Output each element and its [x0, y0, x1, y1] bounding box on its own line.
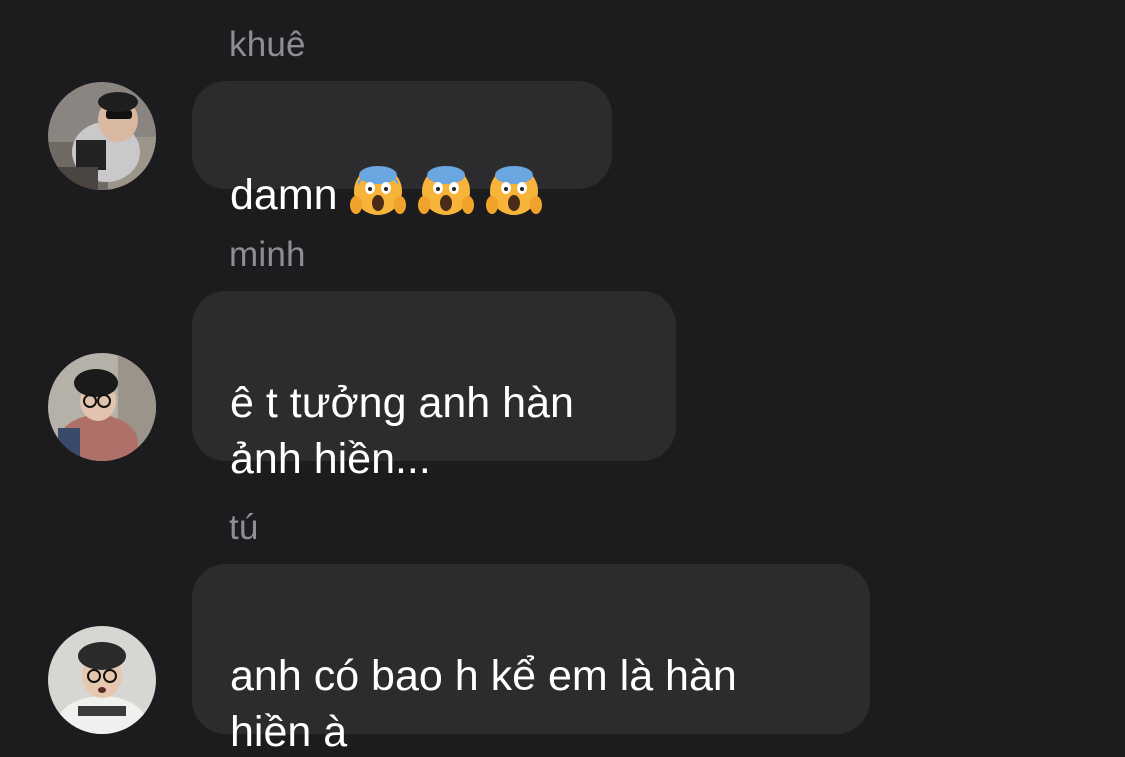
face-screaming-in-fear-icon [349, 163, 406, 219]
message-text: anh có bao h kể em là hàn hiền à [230, 652, 737, 756]
chat-thread: khuê damn minh ê t tưởng anh hàn ảnh hiề… [0, 0, 1125, 757]
avatar[interactable] [48, 626, 156, 734]
avatar-photo-icon [48, 626, 156, 734]
sender-name: khuê [229, 25, 306, 64]
face-screaming-in-fear-icon [417, 163, 474, 219]
avatar[interactable] [48, 353, 156, 461]
sender-name: tú [229, 508, 259, 547]
message-bubble[interactable]: damn [192, 81, 612, 219]
avatar-photo-icon [48, 82, 156, 190]
sender-name: minh [229, 235, 306, 274]
avatar[interactable] [48, 82, 156, 190]
face-screaming-in-fear-icon [485, 163, 542, 219]
avatar-photo-icon [48, 353, 156, 461]
message-bubble[interactable]: ê t tưởng anh hàn ảnh hiền... [192, 291, 676, 483]
message-text: ê t tưởng anh hàn ảnh hiền... [230, 379, 574, 483]
message-text: damn [230, 171, 338, 219]
message-bubble[interactable]: anh có bao h kể em là hàn hiền à [192, 564, 870, 756]
